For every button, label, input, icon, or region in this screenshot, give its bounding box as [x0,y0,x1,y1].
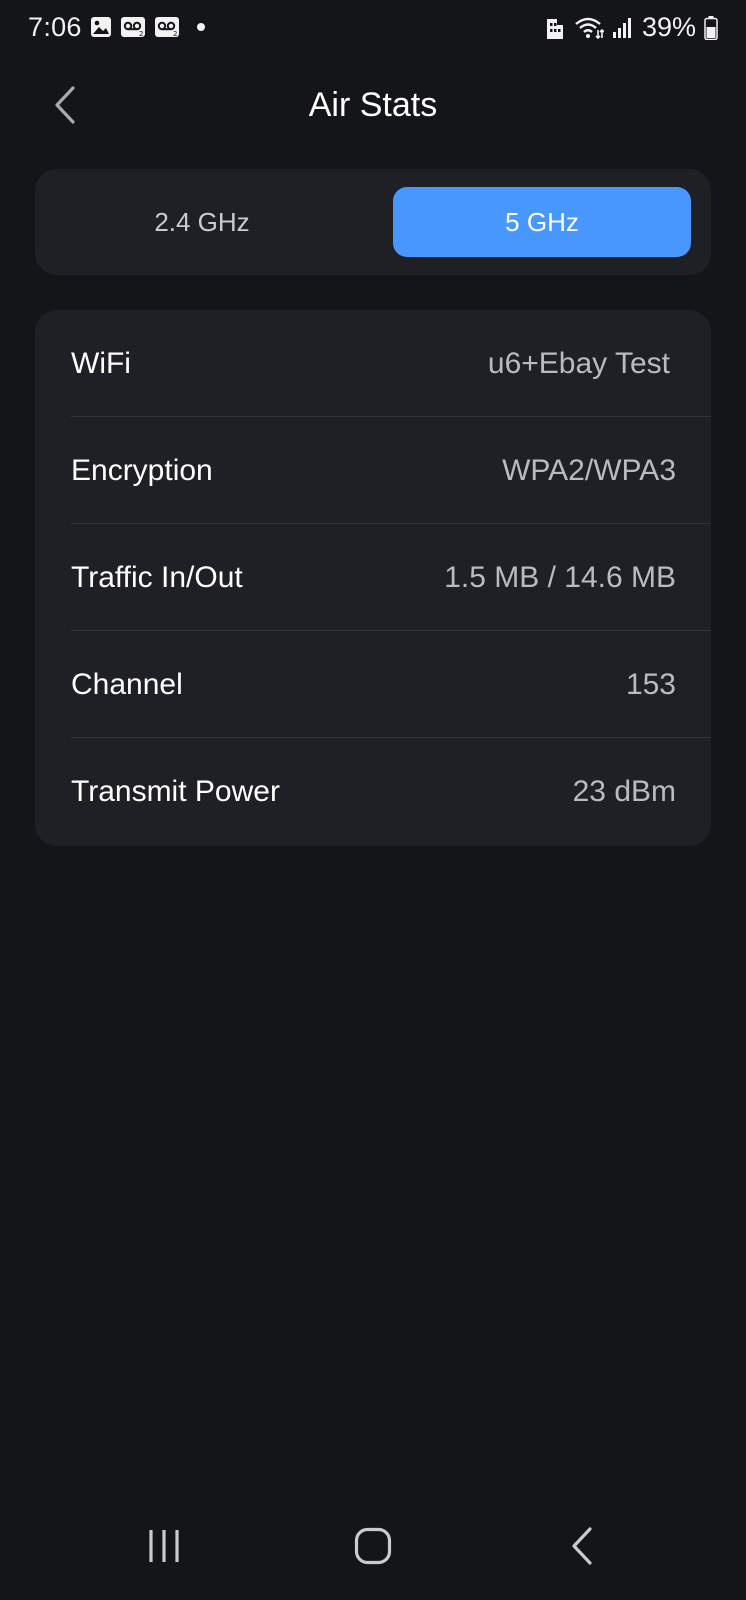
wifi-icon [574,16,604,40]
system-status: 39% [544,12,718,43]
home-button[interactable] [343,1520,403,1576]
voicemail-icon: 2 [120,16,146,38]
band-switch: 2.4 GHz 5 GHz [35,169,711,275]
dot-icon [196,22,206,32]
recents-button[interactable] [134,1520,194,1576]
stat-label: Encryption [71,453,213,487]
stat-label: Transmit Power [71,774,280,808]
page-title: Air Stats [308,86,438,124]
stat-label: Channel [71,667,183,701]
stat-label: Traffic In/Out [71,560,243,594]
recents-icon [146,1528,182,1569]
stat-value: 1.5 MB / 14.6 MB [444,560,676,594]
work-profile-icon [544,16,566,40]
stat-row-channel: Channel 153 [35,631,711,738]
system-nav-bar [0,1500,746,1600]
header: Air Stats [0,72,746,142]
stat-value: 153 [625,667,676,701]
signal-icon [612,17,634,39]
stat-value: u6+Ebay Test [487,346,670,380]
svg-text:2: 2 [139,30,143,38]
stat-value: WPA2/WPA3 [502,453,676,487]
stat-row-wifi: WiFi u6+Ebay Test [35,310,711,417]
stat-value: 23 dBm [572,774,676,808]
home-icon [354,1527,392,1570]
stat-row-transmit-power: Transmit Power 23 dBm [35,738,711,845]
voicemail-icon: 2 [154,16,180,38]
tab-2-4-ghz[interactable]: 2.4 GHz [53,187,351,257]
back-icon [570,1526,594,1571]
battery-percent: 39% [641,12,696,42]
image-icon [90,16,112,38]
status-time: 7:06 [28,12,82,42]
nav-back-button[interactable] [552,1520,612,1576]
status-bar: 7:06 2 2 39% [0,0,746,56]
tab-5-ghz[interactable]: 5 GHz [393,187,691,257]
stat-row-traffic: Traffic In/Out 1.5 MB / 14.6 MB [35,524,711,631]
stat-row-encryption: Encryption WPA2/WPA3 [35,417,711,524]
battery-icon [704,15,718,40]
stats-card: WiFi u6+Ebay Test Encryption WPA2/WPA3 T… [35,310,711,846]
svg-text:2: 2 [173,30,177,38]
notification-icons: 2 2 [90,16,206,38]
stat-label: WiFi [71,346,131,380]
